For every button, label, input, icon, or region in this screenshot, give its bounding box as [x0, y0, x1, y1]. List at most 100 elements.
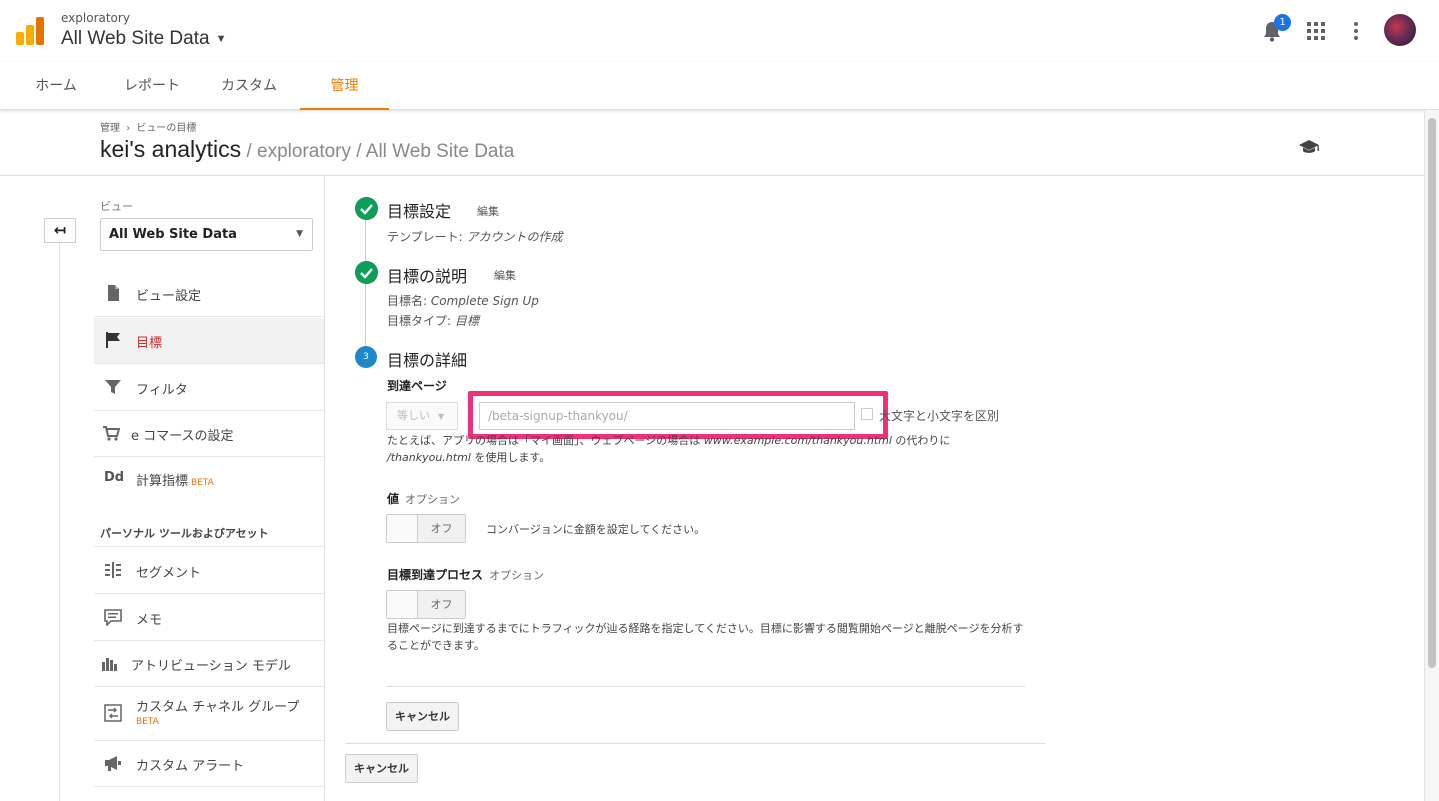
page-title-main: kei's analytics: [100, 136, 242, 162]
goal-type-label: 目標タイプ:: [387, 314, 455, 328]
top-bar: exploratory All Web Site Data ▼ 1: [0, 0, 1439, 62]
step-goal-description-title: 目標の説明: [387, 267, 468, 286]
sidebar-item-custom-alerts[interactable]: カスタム アラート: [94, 741, 324, 787]
tab-admin[interactable]: 管理: [300, 62, 389, 110]
sidebar-item-label: フィルタ: [136, 383, 188, 398]
caret-down-icon: ▼: [215, 32, 227, 45]
sidebar-item-label: メモ: [136, 613, 163, 628]
notification-badge: 1: [1274, 14, 1291, 31]
beta-badge: BETA: [136, 717, 159, 727]
header-divider: [0, 175, 1424, 176]
sidebar-item-label: 目標: [136, 336, 163, 351]
case-sensitive-checkbox[interactable]: [861, 408, 873, 420]
breadcrumb-separator: ›: [126, 123, 131, 134]
sidebar-item-label: ビュー設定: [136, 289, 202, 304]
page-title-path: / exploratory / All Web Site Data: [241, 141, 515, 162]
view-select-value: All Web Site Data: [109, 227, 237, 242]
goal-name-label: 目標名:: [387, 294, 431, 308]
sidebar-item-view-settings[interactable]: ビュー設定: [94, 271, 324, 317]
account-name: exploratory: [61, 11, 130, 25]
sidebar-item-channel-groups[interactable]: カスタム チャネル グループ BETA: [94, 687, 324, 741]
bar-chart-icon: [102, 658, 117, 671]
tab-reports[interactable]: レポート: [112, 62, 192, 110]
hint-url: www.example.com/thankyou.html: [703, 434, 892, 447]
case-sensitive-label: 大文字と小文字を区別: [879, 409, 1000, 423]
tab-custom[interactable]: カスタム: [208, 62, 290, 110]
sidebar-item-attribution[interactable]: アトリビューション モデル: [94, 641, 324, 687]
check-circle-icon: [355, 261, 378, 284]
property-selector[interactable]: All Web Site Data ▼: [61, 28, 226, 50]
segment-icon: [105, 562, 121, 578]
calculated-metrics-label: 計算指標: [136, 474, 189, 489]
filter-icon: [105, 380, 121, 394]
step-goal-setup-template: テンプレート: アカウントの作成: [387, 228, 563, 245]
personal-tools-heading: パーソナル ツールおよびアセット: [100, 527, 269, 540]
funnel-label: 目標到達プロセス オプション: [387, 566, 544, 583]
steps-connector: [365, 220, 366, 350]
graduation-cap-icon[interactable]: [1298, 139, 1320, 155]
breadcrumb-admin[interactable]: 管理: [100, 123, 120, 134]
avatar[interactable]: [1384, 14, 1416, 46]
toggle-knob: [387, 515, 418, 542]
sidebar-item-label: 計算指標 BETA: [136, 470, 214, 489]
goal-type-value: 目標: [454, 314, 479, 328]
value-optional: オプション: [405, 493, 461, 506]
funnel-toggle[interactable]: オフ: [386, 590, 466, 619]
channel-icon: [104, 704, 122, 722]
step-goal-setup-title: 目標設定: [387, 202, 452, 221]
sidebar-item-goals[interactable]: 目標: [94, 318, 324, 364]
sidebar-item-label: セグメント: [136, 566, 202, 581]
sidebar-rail: [59, 243, 60, 801]
breadcrumb-current: ビューの目標: [136, 123, 197, 134]
step-goal-description-edit-link[interactable]: 編集: [494, 267, 516, 283]
value-label-text: 値: [387, 492, 400, 506]
goal-type: 目標タイプ: 目標: [387, 312, 479, 329]
caret-down-icon: ▼: [296, 229, 303, 239]
analytics-logo-icon[interactable]: [16, 17, 44, 45]
flag-icon: [106, 332, 120, 348]
check-circle-icon: [355, 197, 378, 220]
beta-badge: BETA: [191, 478, 214, 488]
sidebar-item-filters[interactable]: フィルタ: [94, 365, 324, 411]
step-goal-setup-edit-link[interactable]: 編集: [477, 203, 499, 219]
toggle-state: オフ: [418, 591, 465, 618]
sidebar-item-notes[interactable]: メモ: [94, 595, 324, 641]
hint-text-3: を使用します。: [470, 451, 551, 464]
hint-path: /thankyou.html: [387, 451, 471, 464]
form-divider: [386, 686, 1025, 687]
caret-down-icon: ▼: [438, 412, 445, 421]
value-toggle[interactable]: オフ: [386, 514, 466, 543]
main-tabs: ホーム レポート カスタム 管理: [0, 62, 1439, 110]
view-label: ビュー: [100, 200, 133, 213]
cart-icon: [103, 426, 120, 441]
apps-grid-icon[interactable]: [1307, 22, 1325, 40]
sidebar-item-label: カスタム チャネル グループ: [136, 700, 300, 715]
match-type-select[interactable]: 等しい ▼: [386, 402, 458, 430]
sidebar-item-ecommerce[interactable]: e コマースの設定: [94, 411, 324, 457]
view-select[interactable]: All Web Site Data ▼: [100, 218, 313, 251]
sidebar-item-calculated-metrics[interactable]: Dd 計算指標 BETA: [94, 456, 324, 502]
toggle-state: オフ: [418, 515, 465, 542]
property-name: All Web Site Data: [61, 28, 210, 49]
note-icon: [104, 609, 122, 626]
sidebar-item-segments[interactable]: セグメント: [94, 548, 324, 594]
destination-hint: たとえば、アプリの場合は「マイ画面」、ウェブページの場合は www.exampl…: [387, 432, 1027, 466]
cancel-button[interactable]: キャンセル: [345, 754, 418, 783]
sidebar-item-label: カスタム アラート: [136, 759, 245, 774]
document-icon: [108, 285, 119, 301]
sidebar-item-label: アトリビューション モデル: [131, 659, 291, 674]
sidebar-divider: [324, 176, 325, 801]
back-arrow-icon[interactable]: ↤: [44, 218, 76, 243]
goal-name-value: Complete Sign Up: [430, 294, 539, 308]
scrollbar[interactable]: [1424, 110, 1439, 801]
tab-home[interactable]: ホーム: [20, 62, 92, 110]
more-vert-icon[interactable]: [1352, 21, 1360, 41]
dd-icon: Dd: [104, 470, 125, 485]
footer-divider: [345, 743, 1045, 744]
value-description: コンバージョンに金額を設定してください。: [486, 523, 706, 536]
cancel-step-button[interactable]: キャンセル: [386, 702, 459, 731]
scrollbar-thumb[interactable]: [1428, 118, 1436, 668]
breadcrumb: 管理 › ビューの目標: [100, 119, 199, 134]
section-divider: [94, 546, 324, 547]
template-label: テンプレート:: [387, 230, 467, 244]
